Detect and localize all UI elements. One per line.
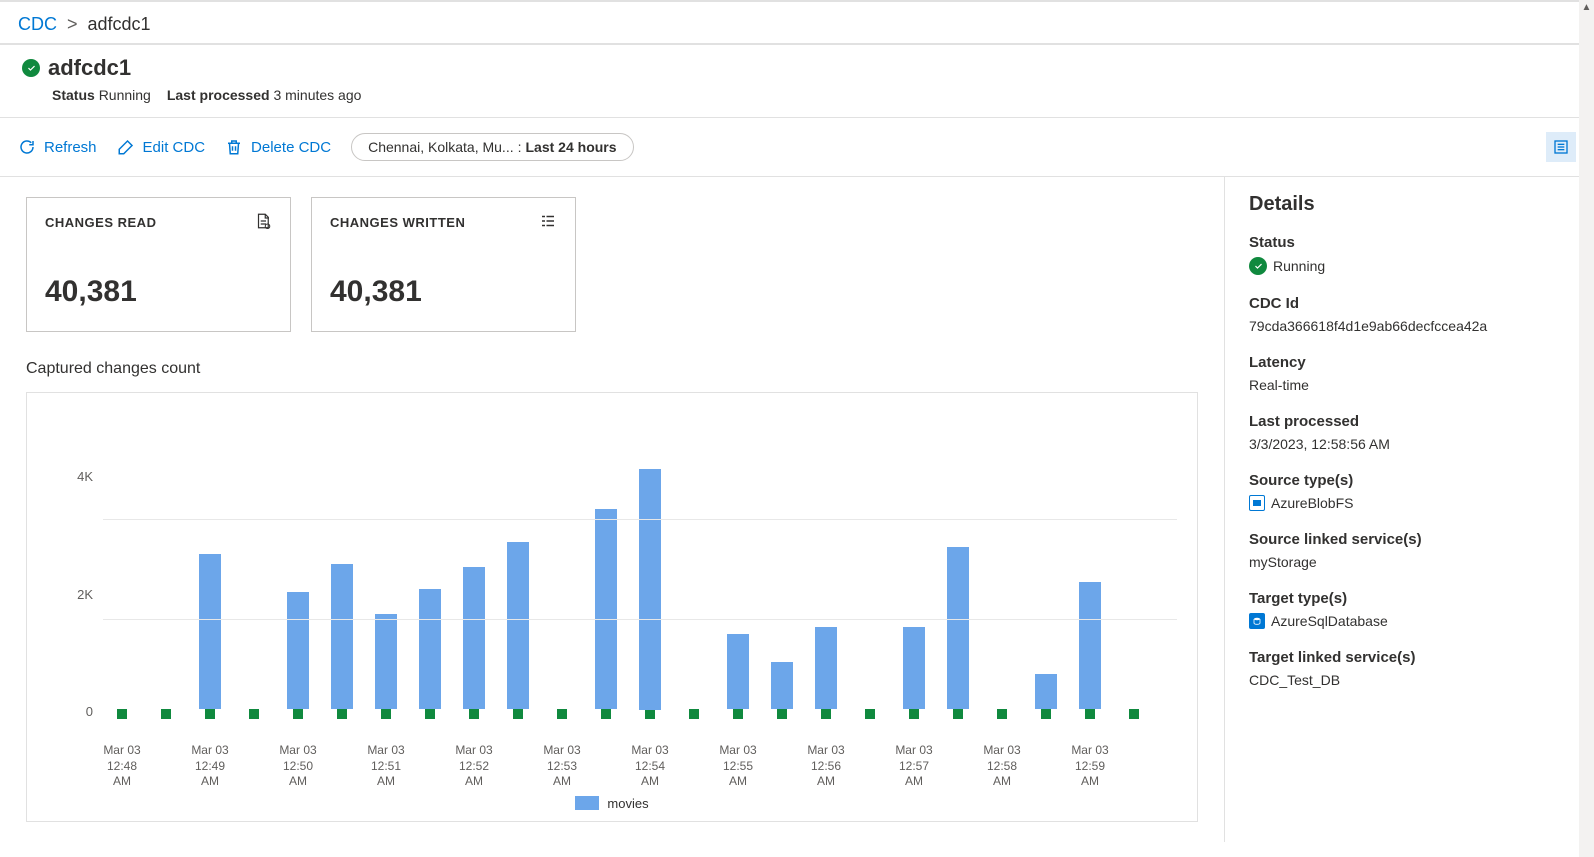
document-icon: [254, 212, 272, 233]
sqldb-icon: [1249, 613, 1265, 629]
chart-container: 4K2K0 Mar 0312:48AMMar 0312:49AMMar 0312…: [26, 392, 1198, 822]
delete-cdc-label: Delete CDC: [251, 139, 331, 156]
details-heading: Details: [1249, 193, 1570, 216]
chart-bar: [939, 469, 977, 719]
toolbar: Refresh Edit CDC Delete CDC Chennai, Kol…: [0, 118, 1594, 177]
details-status-value: Running: [1273, 258, 1325, 274]
refresh-icon: [18, 138, 36, 156]
status-success-icon: [22, 59, 40, 77]
chart-bar: [1115, 469, 1153, 719]
last-processed-row: Last processed 3 minutes ago: [167, 87, 362, 103]
chart-bar: [719, 469, 757, 719]
changes-written-title: CHANGES WRITTEN: [330, 215, 465, 230]
chart-bar: [103, 469, 141, 719]
chart-bar: [763, 469, 801, 719]
status-label-row: Status Running: [52, 87, 151, 103]
details-status-label: Status: [1249, 234, 1570, 251]
chart-plot: [103, 413, 1177, 743]
changes-read-card: CHANGES READ 40,381: [26, 197, 291, 332]
chart-bar: [851, 469, 889, 719]
last-processed-value: 3 minutes ago: [273, 87, 361, 103]
chart-bar: [543, 469, 581, 719]
changes-written-value: 40,381: [330, 275, 557, 309]
refresh-button[interactable]: Refresh: [18, 138, 97, 156]
status-success-icon: [1249, 257, 1267, 275]
breadcrumb: CDC > adfcdc1: [0, 0, 1594, 45]
blobfs-icon: [1249, 495, 1265, 511]
breadcrumb-separator: >: [67, 14, 78, 35]
chart-x-axis: Mar 0312:48AMMar 0312:49AMMar 0312:50AMM…: [103, 743, 1153, 790]
chart-bar: [455, 469, 493, 719]
delete-cdc-button[interactable]: Delete CDC: [225, 138, 331, 156]
last-processed-label: Last processed: [167, 87, 270, 103]
delete-icon: [225, 138, 243, 156]
chart-bar: [895, 469, 933, 719]
legend-label-movies: movies: [607, 796, 648, 811]
chart-bar: [675, 469, 713, 719]
chart-bar: [983, 469, 1021, 719]
breadcrumb-current: adfcdc1: [88, 14, 151, 35]
details-cdcid-label: CDC Id: [1249, 295, 1570, 312]
timezone-prefix: Chennai, Kolkata, Mu...: [368, 139, 514, 155]
chart-y-axis: 4K2K0: [47, 413, 103, 743]
chart-bar: [499, 469, 537, 719]
details-sourcetypes-label: Source type(s): [1249, 472, 1570, 489]
status-value: Running: [99, 87, 151, 103]
page-title: adfcdc1: [48, 55, 131, 81]
chart-legend: movies: [47, 796, 1177, 811]
breadcrumb-root[interactable]: CDC: [18, 14, 57, 35]
list-icon: [539, 212, 557, 233]
chart-bar: [587, 469, 625, 719]
details-targetlinked-label: Target linked service(s): [1249, 649, 1570, 666]
panel-icon: [1553, 139, 1569, 155]
edit-cdc-button[interactable]: Edit CDC: [117, 138, 206, 156]
details-latency-value: Real-time: [1249, 377, 1570, 393]
details-lastprocessed-value: 3/3/2023, 12:58:56 AM: [1249, 436, 1570, 452]
details-targettypes-value: AzureSqlDatabase: [1271, 613, 1388, 629]
chart-bar: [1071, 469, 1109, 719]
chart-bar: [1027, 469, 1065, 719]
status-label: Status: [52, 87, 95, 103]
edit-icon: [117, 138, 135, 156]
details-sourcelinked-label: Source linked service(s): [1249, 531, 1570, 548]
details-cdcid-value: 79cda366618f4d1e9ab66decfccea42a: [1249, 318, 1570, 334]
chart-bar: [147, 469, 185, 719]
chart-bar: [411, 469, 449, 719]
changes-written-card: CHANGES WRITTEN 40,381: [311, 197, 576, 332]
details-targettypes-label: Target type(s): [1249, 590, 1570, 607]
chart-bar: [807, 469, 845, 719]
details-lastprocessed-label: Last processed: [1249, 413, 1570, 430]
chart-bar: [367, 469, 405, 719]
details-latency-label: Latency: [1249, 354, 1570, 371]
details-panel: Details Status Running CDC Id 79cda36661…: [1224, 177, 1594, 842]
timezone-range: Last 24 hours: [526, 139, 617, 155]
timezone-range-pill[interactable]: Chennai, Kolkata, Mu... : Last 24 hours: [351, 133, 633, 161]
edit-cdc-label: Edit CDC: [143, 139, 206, 156]
timezone-sep: :: [518, 139, 522, 155]
chart-bar: [279, 469, 317, 719]
scroll-up-icon[interactable]: ▲: [1582, 2, 1592, 13]
details-sourcelinked-value: myStorage: [1249, 554, 1570, 570]
details-panel-toggle[interactable]: [1546, 132, 1576, 162]
refresh-label: Refresh: [44, 139, 97, 156]
scrollbar[interactable]: ▲: [1579, 0, 1594, 857]
chart-bar: [235, 469, 273, 719]
details-targetlinked-value: CDC_Test_DB: [1249, 672, 1570, 688]
legend-swatch-movies: [575, 796, 599, 810]
chart-bar: [323, 469, 361, 719]
chart-bar: [631, 469, 669, 719]
details-sourcetypes-value: AzureBlobFS: [1271, 495, 1353, 511]
changes-read-value: 40,381: [45, 275, 272, 309]
chart-title: Captured changes count: [26, 360, 1198, 378]
chart-bar: [191, 469, 229, 719]
changes-read-title: CHANGES READ: [45, 215, 156, 230]
